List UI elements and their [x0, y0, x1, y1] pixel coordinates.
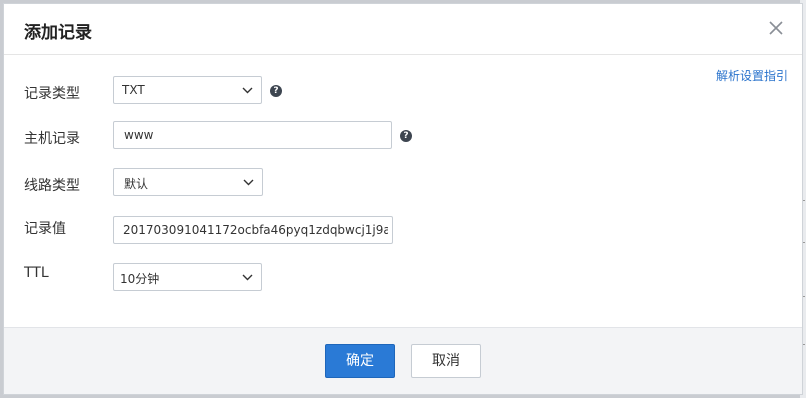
ttl-value: 10分钟 [120, 272, 160, 286]
help-icon[interactable]: ? [270, 85, 282, 97]
line-type-value: 默认 [124, 177, 149, 191]
close-icon [769, 21, 783, 35]
chevron-down-icon [242, 274, 253, 281]
confirm-button[interactable]: 确定 [325, 344, 395, 378]
dialog-header: 添加记录 [4, 4, 802, 55]
line-type-select[interactable]: 默认 [113, 168, 263, 196]
dialog-footer: 确定 取消 [4, 327, 802, 394]
add-record-dialog: 添加记录 解析设置指引 记录类型 TXT ? 主机记录 www ? 线路类型 默… [3, 3, 803, 395]
ttl-row: TTL 10分钟 [4, 260, 802, 292]
record-value-input[interactable]: 201703091041172ocbfa46pyq1zdqbwcj1j9aem [113, 216, 393, 244]
ttl-label: TTL [24, 265, 49, 281]
host-record-value: www [124, 128, 154, 142]
host-record-label: 主机记录 [24, 131, 80, 147]
host-record-row: 主机记录 www ? [4, 121, 802, 153]
cancel-button[interactable]: 取消 [411, 344, 481, 378]
record-value-row: 记录值 201703091041172ocbfa46pyq1zdqbwcj1j9… [4, 213, 802, 245]
help-icon[interactable]: ? [400, 130, 412, 142]
record-type-label: 记录类型 [24, 86, 80, 102]
close-button[interactable] [766, 18, 786, 38]
record-type-row: 记录类型 TXT ? [4, 76, 802, 108]
chevron-down-icon [242, 87, 253, 94]
line-type-row: 线路类型 默认 [4, 168, 802, 200]
dialog-title: 添加记录 [24, 23, 92, 43]
record-value-text: 201703091041172ocbfa46pyq1zdqbwcj1j9aem [123, 223, 388, 237]
record-type-select[interactable]: TXT [113, 76, 262, 104]
ttl-select[interactable]: 10分钟 [113, 263, 262, 291]
record-value-label: 记录值 [24, 221, 66, 237]
host-record-input[interactable]: www [113, 121, 392, 149]
line-type-label: 线路类型 [24, 178, 80, 194]
record-type-value: TXT [122, 83, 145, 97]
chevron-down-icon [243, 179, 254, 186]
